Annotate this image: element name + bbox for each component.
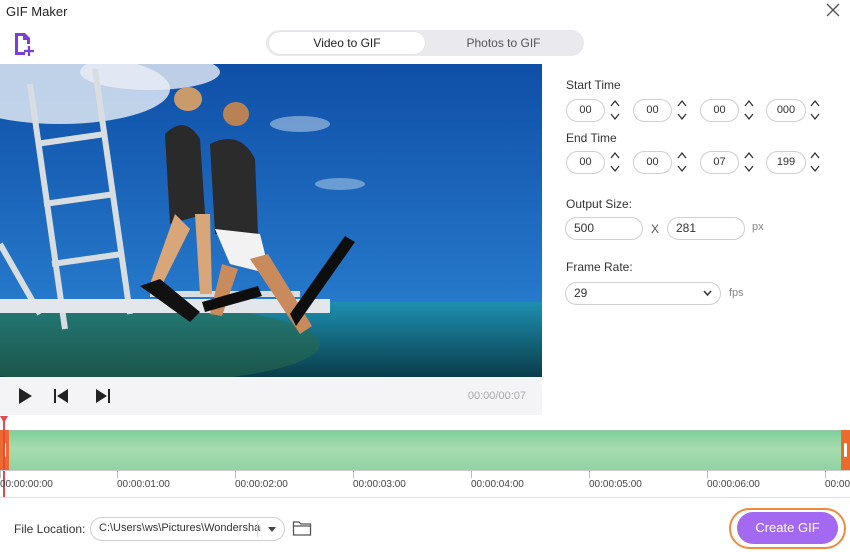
select-divider [257, 521, 258, 537]
stepper-down-icon[interactable] [810, 163, 820, 173]
end-minutes-field[interactable]: 00 [633, 151, 672, 174]
stepper-up-icon[interactable] [744, 151, 754, 161]
start-milliseconds-stepper [810, 99, 820, 121]
mode-tabs: Video to GIF Photos to GIF [266, 30, 584, 56]
stepper-up-icon[interactable] [744, 99, 754, 109]
stepper-up-icon[interactable] [610, 151, 620, 161]
stepper-down-icon[interactable] [744, 111, 754, 121]
trim-end-handle[interactable] [841, 430, 850, 470]
frame-rate-value: 29 [574, 286, 588, 300]
start-seconds-stepper [744, 99, 754, 121]
chevron-down-icon[interactable] [267, 526, 277, 534]
end-seconds-stepper [744, 151, 754, 173]
size-unit: px [752, 221, 764, 233]
start-time-label: Start Time [566, 78, 621, 92]
start-hours-stepper [610, 99, 620, 121]
previous-frame-icon[interactable] [53, 387, 71, 405]
video-preview[interactable] [0, 64, 542, 377]
stepper-down-icon[interactable] [810, 111, 820, 121]
ruler-label: 00:00:03:00 [353, 479, 406, 490]
timeline-strip[interactable] [0, 430, 850, 470]
start-hours-field[interactable]: 00 [566, 99, 605, 122]
settings-panel: Start Time 00 00 00 000 End Time 00 00 0… [542, 64, 850, 414]
ruler-axis [0, 470, 850, 471]
ruler-tick [825, 470, 826, 478]
stepper-down-icon[interactable] [677, 163, 687, 173]
frame-rate-select[interactable]: 29 [565, 282, 721, 305]
stepper-up-icon[interactable] [677, 151, 687, 161]
tab-video-to-gif[interactable]: Video to GIF [269, 32, 425, 54]
end-hours-stepper [610, 151, 620, 173]
ruler-label: 00:00:06:00 [707, 479, 760, 490]
next-frame-icon[interactable] [93, 387, 111, 405]
ruler-label: 00:00:04:00 [471, 479, 524, 490]
ruler-label: 00:00:02:00 [235, 479, 288, 490]
ruler-tick [353, 470, 354, 478]
start-seconds-field[interactable]: 00 [700, 99, 739, 122]
timeline-ruler: 00:00:00:00 00:00:01:00 00:00:02:00 00:0… [0, 470, 850, 498]
output-size-label: Output Size: [566, 197, 633, 211]
playhead-marker-icon[interactable] [0, 416, 8, 424]
ruler-tick [117, 470, 118, 478]
ruler-tick [235, 470, 236, 478]
ruler-tick [0, 470, 1, 478]
footer-divider [0, 497, 850, 498]
frame-rate-label: Frame Rate: [566, 260, 633, 274]
ruler-label: 00:00 [825, 479, 850, 490]
window-title: GIF Maker [6, 4, 68, 19]
ruler-label: 00:00:05:00 [589, 479, 642, 490]
time-readout: 00:00/00:07 [467, 390, 526, 402]
ruler-label: 00:00:01:00 [117, 479, 170, 490]
stepper-down-icon[interactable] [610, 163, 620, 173]
create-gif-button[interactable]: Create GIF [737, 512, 838, 544]
end-milliseconds-stepper [810, 151, 820, 173]
end-minutes-stepper [677, 151, 687, 173]
stepper-up-icon[interactable] [610, 99, 620, 109]
title-bar: GIF Maker [0, 0, 850, 24]
play-icon[interactable] [16, 387, 34, 405]
add-file-icon[interactable] [12, 31, 40, 57]
frame-rate-unit: fps [729, 287, 744, 299]
stepper-up-icon[interactable] [677, 99, 687, 109]
end-seconds-field[interactable]: 07 [700, 151, 739, 174]
stepper-up-icon[interactable] [810, 99, 820, 109]
stepper-down-icon[interactable] [610, 111, 620, 121]
ruler-tick [589, 470, 590, 478]
file-location-path: C:\Users\ws\Pictures\Wondershare [99, 522, 261, 534]
folder-icon[interactable] [292, 519, 312, 537]
output-height-field[interactable]: 281 [667, 217, 745, 240]
output-width-field[interactable]: 500 [565, 217, 643, 240]
stepper-up-icon[interactable] [810, 151, 820, 161]
player-controls: 00:00/00:07 [0, 377, 542, 415]
start-milliseconds-field[interactable]: 000 [766, 99, 806, 122]
size-separator: X [651, 222, 660, 236]
ruler-tick [707, 470, 708, 478]
chevron-down-icon [703, 290, 712, 297]
end-hours-field[interactable]: 00 [566, 151, 605, 174]
close-icon[interactable] [824, 1, 842, 19]
file-location-select[interactable]: C:\Users\ws\Pictures\Wondershare [90, 517, 285, 541]
file-location-label: File Location: [14, 522, 86, 536]
end-milliseconds-field[interactable]: 199 [766, 151, 806, 174]
video-frame [0, 64, 542, 377]
tab-photos-to-gif[interactable]: Photos to GIF [426, 32, 581, 54]
ruler-label: 00:00:00:00 [0, 479, 53, 490]
start-minutes-stepper [677, 99, 687, 121]
stepper-down-icon[interactable] [744, 163, 754, 173]
end-time-label: End Time [566, 131, 617, 145]
stepper-down-icon[interactable] [677, 111, 687, 121]
start-minutes-field[interactable]: 00 [633, 99, 672, 122]
ruler-tick [471, 470, 472, 478]
